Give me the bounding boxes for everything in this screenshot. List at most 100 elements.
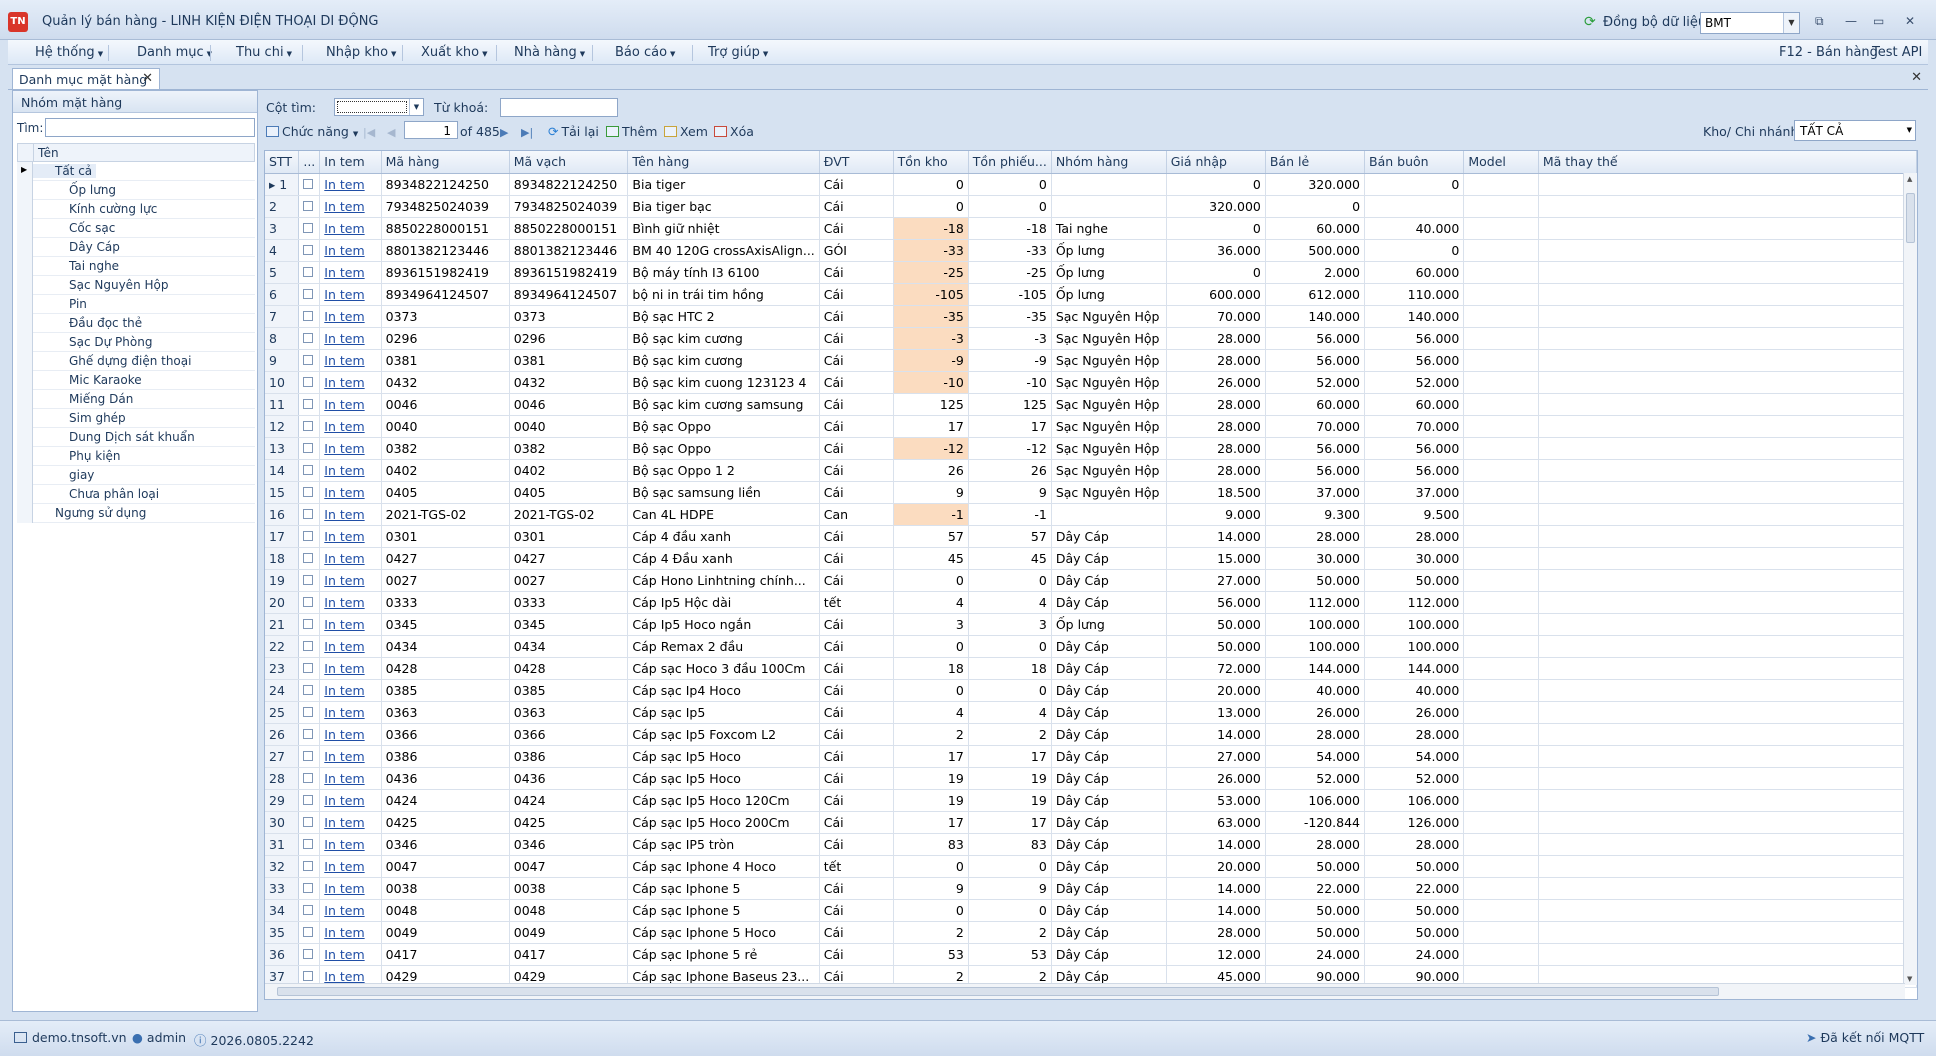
row-checkbox-cell[interactable] bbox=[298, 481, 321, 504]
table-row[interactable]: 30 In tem 0425 0425 Cáp sạc Ip5 Hoco 200Cm Cá… bbox=[265, 811, 1917, 834]
tree-item[interactable]: Sim ghép bbox=[17, 409, 255, 428]
row-checkbox[interactable] bbox=[303, 398, 314, 409]
table-row[interactable]: 4 In tem 8801382123446 8801382123446 BM 40 1… bbox=[265, 239, 1917, 262]
row-checkbox-cell[interactable] bbox=[298, 437, 321, 460]
row-checkbox-cell[interactable] bbox=[298, 877, 321, 900]
tree-item[interactable]: Ngưng sử dụng bbox=[17, 504, 255, 523]
column-header[interactable]: Tồn kho bbox=[893, 151, 969, 174]
menu-xuat-kho[interactable]: Xuất kho ▼ bbox=[421, 45, 487, 60]
tree-item[interactable]: Pin bbox=[17, 295, 255, 314]
print-label-link[interactable]: In tem bbox=[319, 833, 382, 856]
table-row[interactable]: 2 In tem 7934825024039 7934825024039 Bia tig… bbox=[265, 195, 1917, 218]
row-checkbox[interactable] bbox=[303, 970, 314, 981]
column-header[interactable]: Model bbox=[1463, 151, 1539, 174]
row-checkbox-cell[interactable] bbox=[298, 525, 321, 548]
scroll-up-icon[interactable]: ▲ bbox=[1907, 175, 1912, 183]
print-label-link[interactable]: In tem bbox=[319, 921, 382, 944]
minimize-button[interactable]: — bbox=[1845, 14, 1857, 28]
table-row[interactable]: 15 In tem 0405 0405 Bộ sạc samsung liền Cái 9 9… bbox=[265, 481, 1917, 504]
row-checkbox-cell[interactable] bbox=[298, 701, 321, 724]
table-row[interactable]: 36 In tem 0417 0417 Cáp sạc Iphone 5 rẻ Cái 53… bbox=[265, 943, 1917, 966]
table-row[interactable]: 14 In tem 0402 0402 Bộ sạc Oppo 1 2 Cái 26 26 Sạ… bbox=[265, 459, 1917, 482]
row-checkbox-cell[interactable] bbox=[298, 393, 321, 416]
scroll-down-icon[interactable]: ▼ bbox=[1907, 975, 1912, 983]
row-checkbox-cell[interactable] bbox=[298, 943, 321, 966]
print-label-link[interactable]: In tem bbox=[319, 437, 382, 460]
row-checkbox[interactable] bbox=[303, 442, 314, 453]
test-api-button[interactable]: Test API bbox=[1872, 45, 1922, 60]
row-checkbox[interactable] bbox=[303, 904, 314, 915]
tree-item[interactable]: Dung Dịch sát khuẩn bbox=[17, 428, 255, 447]
table-row[interactable]: 28 In tem 0436 0436 Cáp sạc Ip5 Hoco Cái 19 19 D… bbox=[265, 767, 1917, 790]
row-checkbox-cell[interactable] bbox=[298, 195, 321, 218]
row-checkbox[interactable] bbox=[303, 354, 314, 365]
row-checkbox-cell[interactable] bbox=[298, 921, 321, 944]
table-row[interactable]: ▸ 1 In tem 8934822124250 8934822124250 Bia t… bbox=[265, 173, 1917, 196]
column-header[interactable]: Bán buôn bbox=[1364, 151, 1465, 174]
row-checkbox[interactable] bbox=[303, 794, 314, 805]
tree-item[interactable]: Kính cường lực bbox=[17, 200, 255, 219]
tree-item[interactable]: Tai nghe bbox=[17, 257, 255, 276]
print-label-link[interactable]: In tem bbox=[319, 701, 382, 724]
row-checkbox-cell[interactable] bbox=[298, 569, 321, 592]
close-document-icon[interactable]: ✕ bbox=[1911, 70, 1922, 85]
print-label-link[interactable]: In tem bbox=[319, 745, 382, 768]
row-checkbox[interactable] bbox=[303, 222, 314, 233]
table-row[interactable]: 35 In tem 0049 0049 Cáp sạc Iphone 5 Hoco Cái… bbox=[265, 921, 1917, 944]
print-label-link[interactable]: In tem bbox=[319, 613, 382, 636]
row-checkbox-cell[interactable] bbox=[298, 635, 321, 658]
tree-item[interactable]: Mic Karaoke bbox=[17, 371, 255, 390]
column-search-select[interactable]: ▼ bbox=[334, 98, 424, 116]
row-checkbox-cell[interactable] bbox=[298, 327, 321, 350]
print-label-link[interactable]: In tem bbox=[319, 371, 382, 394]
row-checkbox-cell[interactable] bbox=[298, 305, 321, 328]
row-checkbox-cell[interactable] bbox=[298, 217, 321, 240]
row-checkbox-cell[interactable] bbox=[298, 613, 321, 636]
row-checkbox-cell[interactable] bbox=[298, 789, 321, 812]
row-checkbox[interactable] bbox=[303, 728, 314, 739]
warehouse-select[interactable]: TẤT CẢ ▼ bbox=[1794, 120, 1916, 141]
close-tab-icon[interactable]: ✕ bbox=[142, 71, 153, 86]
tree-item[interactable]: Ghế dựng điện thoại bbox=[17, 352, 255, 371]
row-checkbox-cell[interactable] bbox=[298, 723, 321, 746]
table-row[interactable]: 7 In tem 0373 0373 Bộ sạc HTC 2 Cái -35 -35 Sạc … bbox=[265, 305, 1917, 328]
row-checkbox[interactable] bbox=[303, 376, 314, 387]
menu-nha-hang[interactable]: Nhà hàng ▼ bbox=[514, 45, 585, 60]
row-checkbox[interactable] bbox=[303, 178, 314, 189]
print-label-link[interactable]: In tem bbox=[319, 679, 382, 702]
print-label-link[interactable]: In tem bbox=[319, 591, 382, 614]
row-checkbox-cell[interactable] bbox=[298, 591, 321, 614]
reload-button[interactable]: ⟳ Tải lại bbox=[548, 124, 599, 139]
row-checkbox[interactable] bbox=[303, 464, 314, 475]
print-label-link[interactable]: In tem bbox=[319, 635, 382, 658]
table-row[interactable]: 8 In tem 0296 0296 Bộ sạc kim cương Cái -3 -3 Sạ… bbox=[265, 327, 1917, 350]
print-label-link[interactable]: In tem bbox=[319, 195, 382, 218]
branch-select[interactable]: BMT ▼ bbox=[1700, 12, 1800, 34]
maximize-button[interactable]: ▭ bbox=[1873, 14, 1884, 28]
table-row[interactable]: 3 In tem 8850228000151 8850228000151 Bình gi… bbox=[265, 217, 1917, 240]
menu-bao-cao[interactable]: Báo cáo ▼ bbox=[615, 45, 675, 60]
column-header[interactable]: Mã thay thế bbox=[1538, 151, 1917, 174]
row-checkbox-cell[interactable] bbox=[298, 833, 321, 856]
row-checkbox-cell[interactable] bbox=[298, 679, 321, 702]
column-header[interactable]: ... bbox=[298, 151, 321, 174]
menu-nhap-kho[interactable]: Nhập kho ▼ bbox=[326, 45, 396, 60]
print-label-link[interactable]: In tem bbox=[319, 283, 382, 306]
print-label-link[interactable]: In tem bbox=[319, 393, 382, 416]
row-checkbox-cell[interactable] bbox=[298, 657, 321, 680]
row-checkbox-cell[interactable] bbox=[298, 855, 321, 878]
functions-dropdown[interactable]: Chức năng ▼ bbox=[266, 124, 358, 139]
row-checkbox-cell[interactable] bbox=[298, 173, 321, 196]
row-checkbox[interactable] bbox=[303, 288, 314, 299]
row-checkbox[interactable] bbox=[303, 838, 314, 849]
print-label-link[interactable]: In tem bbox=[319, 349, 382, 372]
next-page-icon[interactable]: ▶ bbox=[500, 126, 508, 139]
restore-icon[interactable]: ⧉ bbox=[1815, 14, 1824, 29]
column-header[interactable]: Giá nhập bbox=[1166, 151, 1266, 174]
table-row[interactable]: 22 In tem 0434 0434 Cáp Remax 2 đầu Cái 0 0 Dây … bbox=[265, 635, 1917, 658]
close-button[interactable]: ✕ bbox=[1905, 14, 1915, 28]
row-checkbox[interactable] bbox=[303, 816, 314, 827]
table-row[interactable]: 20 In tem 0333 0333 Cáp Ip5 Hộc dài tết 4 4 Dây … bbox=[265, 591, 1917, 614]
print-label-link[interactable]: In tem bbox=[319, 305, 382, 328]
table-row[interactable]: 19 In tem 0027 0027 Cáp Hono Linhtning chính… bbox=[265, 569, 1917, 592]
